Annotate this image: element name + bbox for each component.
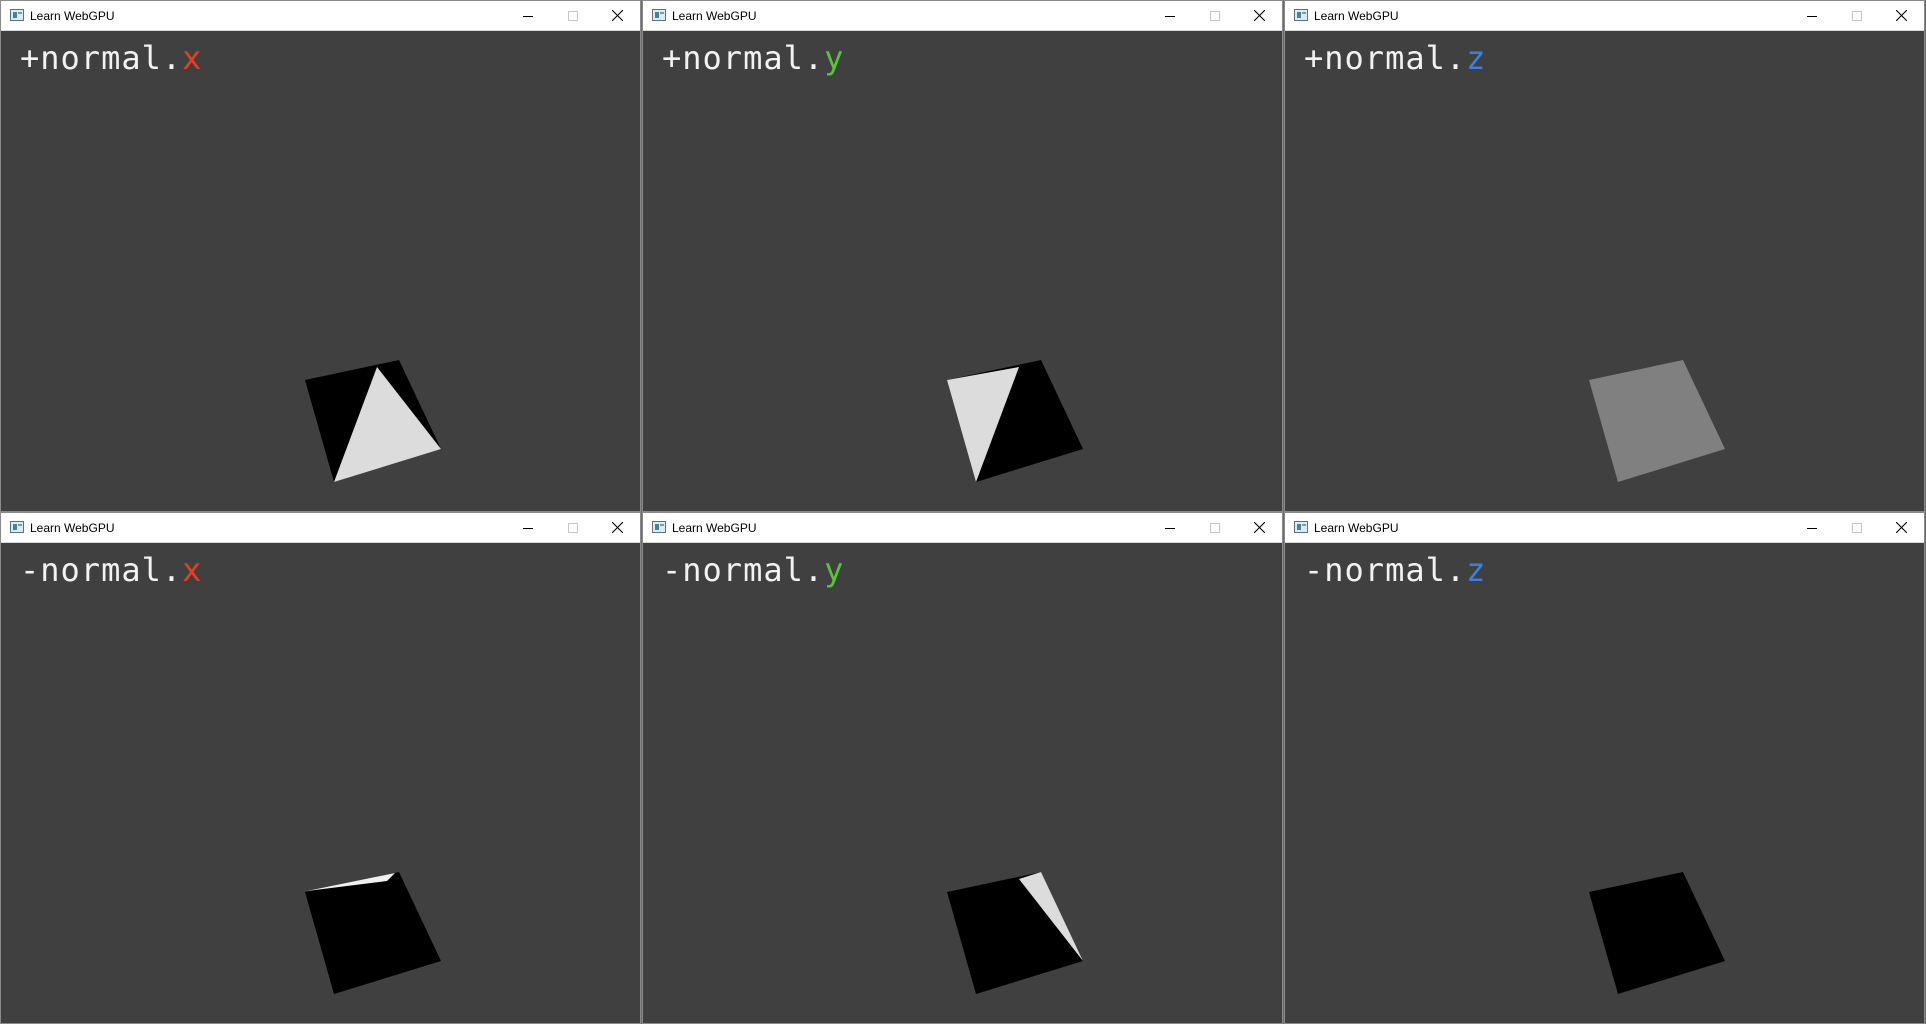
window-title: Learn WebGPU (1314, 9, 1399, 23)
minimize-icon (1164, 527, 1175, 529)
close-button[interactable] (1879, 513, 1924, 542)
close-button[interactable] (1237, 513, 1282, 542)
rendered-scene (305, 872, 441, 994)
rendered-scene (1589, 360, 1725, 482)
close-button[interactable] (1237, 1, 1282, 30)
maximize-icon (1209, 522, 1220, 533)
window-pos-normal-x[interactable]: Learn WebGPU +normal.x (0, 0, 641, 512)
minimize-icon (1806, 15, 1817, 17)
maximize-icon (567, 522, 578, 533)
render-viewport[interactable]: -normal.z (1285, 543, 1924, 1023)
window-grid: Learn WebGPU +normal.x Learn WebGPU +nor… (0, 0, 1926, 1024)
close-icon (1254, 10, 1265, 21)
window-neg-normal-x[interactable]: Learn WebGPU -normal.x (0, 512, 641, 1024)
render-viewport[interactable]: -normal.y (643, 543, 1282, 1023)
render-viewport[interactable]: +normal.y (643, 31, 1282, 511)
window-title: Learn WebGPU (30, 9, 115, 23)
rendered-scene (947, 360, 1083, 482)
close-icon (1254, 522, 1265, 533)
app-icon[interactable] (1294, 521, 1308, 533)
title-bar[interactable]: Learn WebGPU (1285, 513, 1924, 543)
minimize-button[interactable] (1147, 1, 1192, 30)
close-icon (612, 10, 623, 21)
rendered-scene (305, 360, 441, 482)
minimize-button[interactable] (505, 1, 550, 30)
render-viewport[interactable]: -normal.x (1, 543, 640, 1023)
title-bar[interactable]: Learn WebGPU (1285, 1, 1924, 31)
shaded-quad (1589, 360, 1725, 482)
app-icon[interactable] (10, 521, 24, 533)
close-button[interactable] (1879, 1, 1924, 30)
title-bar[interactable]: Learn WebGPU (1, 1, 640, 31)
window-title: Learn WebGPU (672, 521, 757, 535)
shaded-quad (305, 872, 441, 994)
window-title: Learn WebGPU (672, 9, 757, 23)
app-icon[interactable] (1294, 9, 1308, 21)
minimize-icon (1806, 527, 1817, 529)
title-bar[interactable]: Learn WebGPU (643, 513, 1282, 543)
maximize-button[interactable] (550, 513, 595, 542)
close-icon (1896, 522, 1907, 533)
shaded-quad (1589, 872, 1725, 994)
app-icon[interactable] (652, 9, 666, 21)
window-title: Learn WebGPU (1314, 521, 1399, 535)
window-pos-normal-z[interactable]: Learn WebGPU +normal.z (1284, 0, 1925, 512)
close-icon (612, 522, 623, 533)
maximize-button[interactable] (1834, 513, 1879, 542)
maximize-button[interactable] (1192, 513, 1237, 542)
minimize-button[interactable] (1789, 1, 1834, 30)
maximize-icon (1851, 522, 1862, 533)
maximize-button[interactable] (1192, 1, 1237, 30)
render-viewport[interactable]: +normal.x (1, 31, 640, 511)
maximize-icon (1209, 10, 1220, 21)
maximize-icon (567, 10, 578, 21)
app-icon[interactable] (10, 9, 24, 21)
title-bar[interactable]: Learn WebGPU (1, 513, 640, 543)
minimize-button[interactable] (1789, 513, 1834, 542)
window-pos-normal-y[interactable]: Learn WebGPU +normal.y (642, 0, 1283, 512)
render-viewport[interactable]: +normal.z (1285, 31, 1924, 511)
title-bar[interactable]: Learn WebGPU (643, 1, 1282, 31)
maximize-button[interactable] (1834, 1, 1879, 30)
window-neg-normal-z[interactable]: Learn WebGPU -normal.z (1284, 512, 1925, 1024)
minimize-button[interactable] (505, 513, 550, 542)
close-button[interactable] (595, 513, 640, 542)
window-neg-normal-y[interactable]: Learn WebGPU -normal.y (642, 512, 1283, 1024)
rendered-scene (1589, 872, 1725, 994)
minimize-icon (1164, 15, 1175, 17)
minimize-icon (522, 15, 533, 17)
app-icon[interactable] (652, 521, 666, 533)
maximize-icon (1851, 10, 1862, 21)
maximize-button[interactable] (550, 1, 595, 30)
rendered-scene (947, 872, 1083, 994)
close-icon (1896, 10, 1907, 21)
minimize-button[interactable] (1147, 513, 1192, 542)
minimize-icon (522, 527, 533, 529)
close-button[interactable] (595, 1, 640, 30)
window-title: Learn WebGPU (30, 521, 115, 535)
